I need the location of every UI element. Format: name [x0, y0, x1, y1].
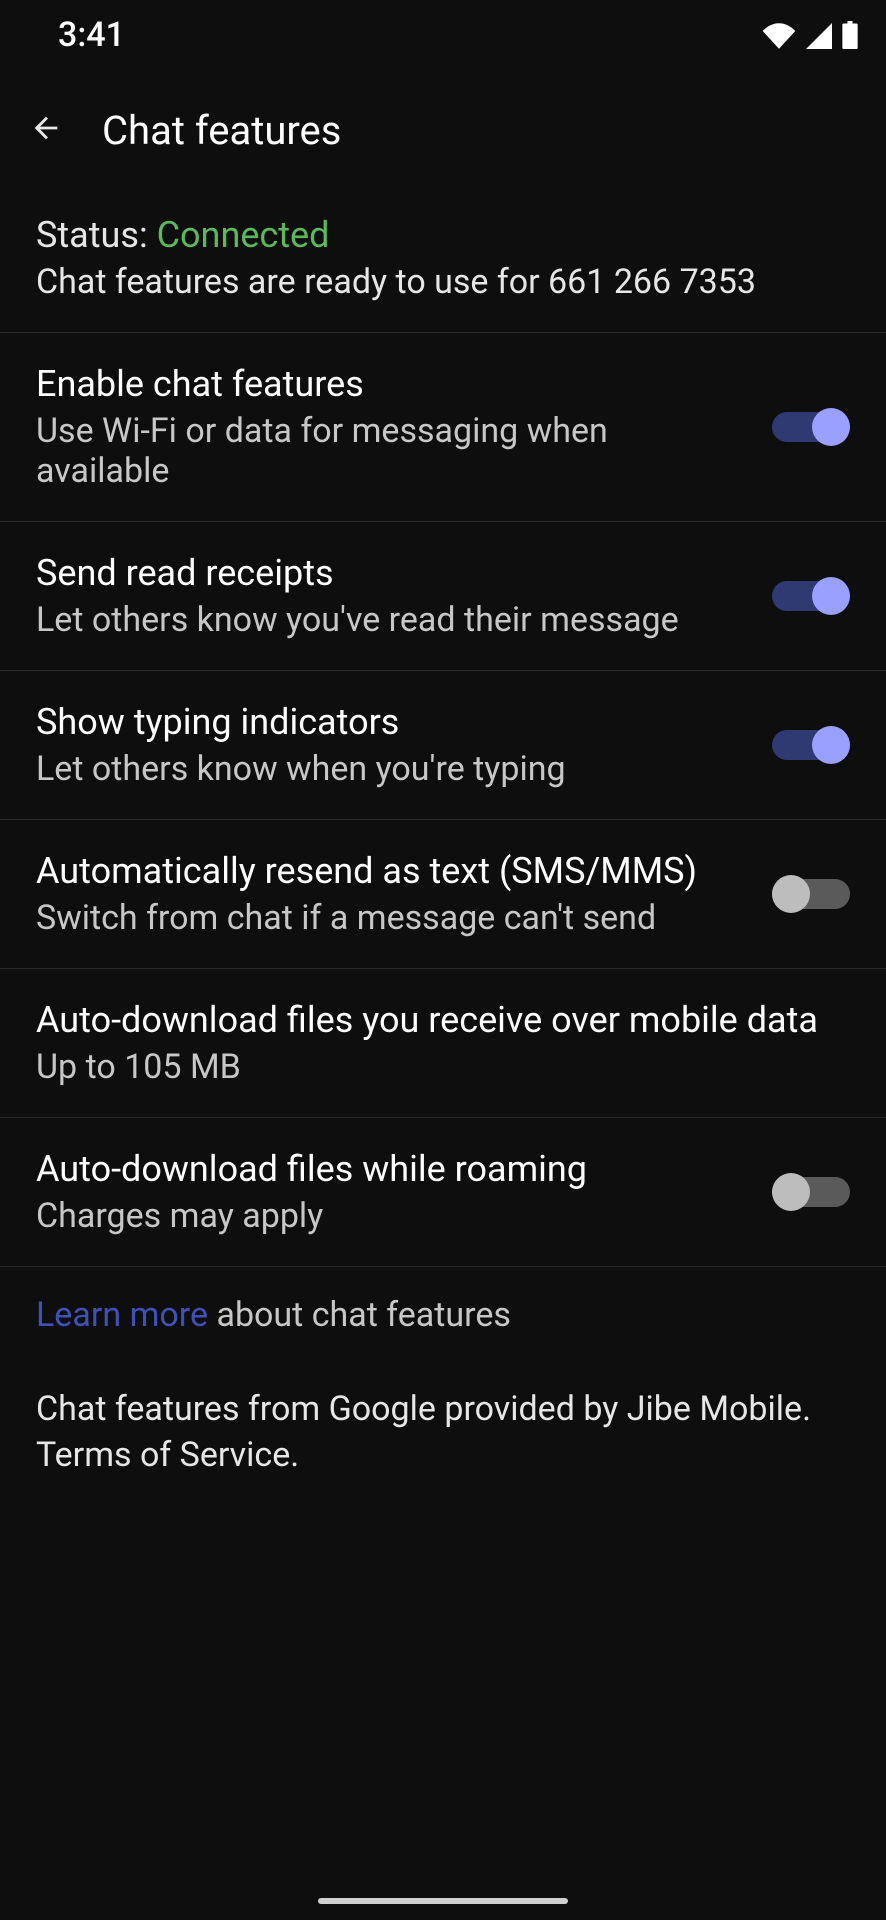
setting-title: Send read receipts: [36, 552, 748, 594]
battery-icon: [842, 21, 858, 49]
app-bar: Chat features: [0, 70, 886, 190]
toggle-auto-download-roaming[interactable]: [772, 1173, 850, 1211]
setting-title: Show typing indicators: [36, 701, 748, 743]
setting-send-read-receipts[interactable]: Send read receipts Let others know you'v…: [0, 522, 886, 671]
learn-more-line: Learn more about chat features: [36, 1295, 850, 1335]
cellular-icon: [806, 23, 832, 49]
status-icons: [762, 21, 858, 49]
status-subtext: Chat features are ready to use for 661 2…: [36, 262, 850, 302]
setting-subtitle: Use Wi-Fi or data for messaging when ava…: [36, 411, 748, 491]
setting-title: Auto-download files while roaming: [36, 1148, 748, 1190]
provider-line1: Chat features from Google provided by Ji…: [36, 1389, 811, 1429]
setting-show-typing-indicators[interactable]: Show typing indicators Let others know w…: [0, 671, 886, 820]
terms-of-service-link[interactable]: Terms of Service.: [36, 1435, 299, 1475]
learn-more-rest: about chat features: [208, 1295, 511, 1335]
setting-auto-download-roaming[interactable]: Auto-download files while roaming Charge…: [0, 1118, 886, 1267]
setting-title: Auto-download files you receive over mob…: [36, 999, 850, 1041]
setting-title: Automatically resend as text (SMS/MMS): [36, 850, 748, 892]
status-label: Status:: [36, 214, 157, 256]
back-button[interactable]: [18, 102, 74, 158]
status-value: Connected: [157, 214, 330, 256]
setting-subtitle: Switch from chat if a message can't send: [36, 898, 748, 938]
setting-title: Enable chat features: [36, 363, 748, 405]
setting-auto-resend-sms[interactable]: Automatically resend as text (SMS/MMS) S…: [0, 820, 886, 969]
setting-enable-chat-features[interactable]: Enable chat features Use Wi-Fi or data f…: [0, 333, 886, 522]
status-section: Status: Connected Chat features are read…: [0, 190, 886, 333]
setting-subtitle: Up to 105 MB: [36, 1047, 850, 1087]
toggle-enable-chat-features[interactable]: [772, 408, 850, 446]
setting-subtitle: Charges may apply: [36, 1196, 748, 1236]
home-indicator[interactable]: [318, 1898, 568, 1904]
status-line: Status: Connected: [36, 214, 850, 256]
toggle-send-read-receipts[interactable]: [772, 577, 850, 615]
toggle-show-typing-indicators[interactable]: [772, 726, 850, 764]
status-bar: 3:41: [0, 0, 886, 70]
arrow-left-icon: [29, 111, 63, 149]
provider-info: Chat features from Google provided by Ji…: [36, 1387, 850, 1479]
wifi-icon: [762, 23, 796, 49]
toggle-auto-resend-sms[interactable]: [772, 875, 850, 913]
footer: Learn more about chat features Chat feat…: [0, 1267, 886, 1487]
setting-auto-download-mobile[interactable]: Auto-download files you receive over mob…: [0, 969, 886, 1118]
page-title: Chat features: [102, 107, 341, 154]
setting-subtitle: Let others know you've read their messag…: [36, 600, 748, 640]
setting-subtitle: Let others know when you're typing: [36, 749, 748, 789]
learn-more-link[interactable]: Learn more: [36, 1295, 208, 1335]
clock: 3:41: [58, 15, 125, 55]
